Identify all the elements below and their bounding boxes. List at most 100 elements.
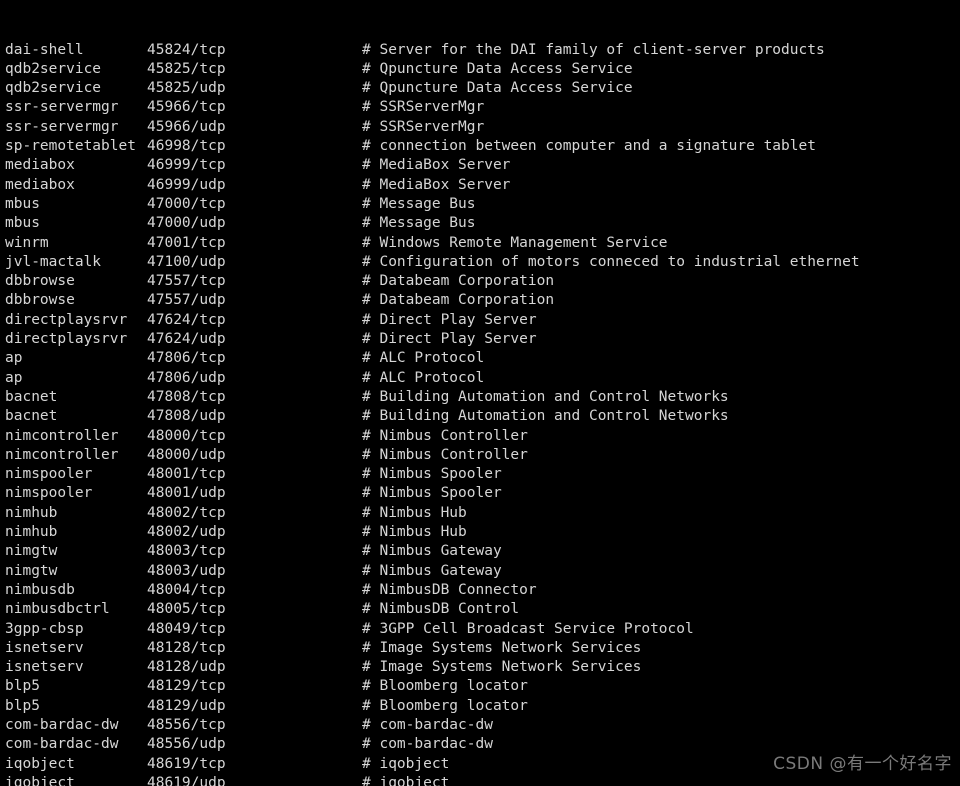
service-row: ssr-servermgr 45966/tcp # SSRServerMgr [0,98,960,117]
service-port: 45966/tcp [147,99,226,116]
service-name: nimcontroller [5,427,119,444]
service-row: sp-remotetablet 46998/tcp # connection bet… [0,137,960,156]
service-comment: # Databeam Corporation [362,292,555,309]
service-comment: # Qpuncture Data Access Service [362,80,633,97]
service-comment: # Nimbus Hub [362,504,467,521]
service-port: 48003/udp [147,562,226,579]
service-name: isnetserv [5,659,84,676]
service-row: directplaysrvr 47624/tcp # Direct Play Ser… [0,311,960,330]
service-port: 48129/tcp [147,678,226,695]
terminal-window[interactable]: dai-shell 45824/tcp # Server for the DAI f… [0,0,960,786]
service-row: nimhub 48002/tcp # Nimbus Hub [0,504,960,523]
service-comment: # Message Bus [362,215,476,232]
service-comment: # Qpuncture Data Access Service [362,60,633,77]
service-port: 48619/udp [147,774,226,786]
service-port: 47806/tcp [147,350,226,367]
service-comment: # Image Systems Network Services [362,639,642,656]
service-port: 48556/udp [147,736,226,753]
service-comment: # NimbusDB Connector [362,581,537,598]
service-name: mbus [5,215,40,232]
service-port: 48001/tcp [147,466,226,483]
service-comment: # Configuration of motors conneced to in… [362,253,860,270]
service-name: nimhub [5,524,58,541]
service-name: ap [5,369,23,386]
service-name: ssr-servermgr [5,99,119,116]
service-port: 48005/tcp [147,601,226,618]
service-port: 48004/tcp [147,581,226,598]
service-port: 46998/tcp [147,138,226,155]
service-comment: # Direct Play Server [362,331,537,348]
service-row: mbus 47000/tcp # Message Bus [0,195,960,214]
service-name: nimbusdbctrl [5,601,110,618]
service-port: 47806/udp [147,369,226,386]
service-port: 45825/udp [147,80,226,97]
service-comment: # ALC Protocol [362,369,485,386]
service-row: nimspooler 48001/tcp # Nimbus Spooler [0,465,960,484]
service-row: directplaysrvr 47624/udp # Direct Play Ser… [0,330,960,349]
service-name: ssr-servermgr [5,118,119,135]
service-row: nimhub 48002/udp # Nimbus Hub [0,523,960,542]
service-name: nimgtw [5,562,58,579]
service-comment: # Nimbus Gateway [362,562,502,579]
service-row: mbus 47000/udp # Message Bus [0,214,960,233]
service-name: dbbrowse [5,292,75,309]
service-row: isnetserv 48128/tcp # Image Systems Networ… [0,639,960,658]
service-row: nimspooler 48001/udp # Nimbus Spooler [0,484,960,503]
service-row: ap 47806/tcp # ALC Protocol [0,349,960,368]
service-comment: # Message Bus [362,195,476,212]
service-comment: # Nimbus Gateway [362,543,502,560]
service-name: blp5 [5,678,40,695]
service-port: 46999/udp [147,176,226,193]
service-port: 47557/tcp [147,273,226,290]
service-comment: # Nimbus Spooler [362,466,502,483]
service-name: mediabox [5,157,75,174]
service-comment: # Image Systems Network Services [362,659,642,676]
service-name: nimspooler [5,466,93,483]
service-comment: # MediaBox Server [362,176,511,193]
service-name: blp5 [5,697,40,714]
service-row: winrm 47001/tcp # Windows Remote Managemen… [0,234,960,253]
service-port: 47624/tcp [147,311,226,328]
service-name: 3gpp-cbsp [5,620,84,637]
service-row: nimbusdbctrl 48005/tcp # NimbusDB Control [0,600,960,619]
service-name: jvl-mactalk [5,253,102,270]
service-row: dbbrowse 47557/udp # Databeam Corporation [0,291,960,310]
service-comment: # Databeam Corporation [362,273,555,290]
service-comment: # SSRServerMgr [362,99,485,116]
service-name: bacnet [5,408,58,425]
service-port: 48049/tcp [147,620,226,637]
service-row: bacnet 47808/udp # Building Automation and… [0,407,960,426]
service-port: 47624/udp [147,331,226,348]
service-comment: # Bloomberg locator [362,697,528,714]
terminal-output: dai-shell 45824/tcp # Server for the DAI f… [0,41,960,786]
service-name: mediabox [5,176,75,193]
service-port: 48129/udp [147,697,226,714]
service-comment: # com-bardac-dw [362,736,493,753]
service-row: bacnet 47808/tcp # Building Automation and… [0,388,960,407]
service-row: iqobject 48619/udp # iqobject [0,774,960,786]
service-name: bacnet [5,388,58,405]
service-port: 48556/tcp [147,716,226,733]
service-port: 48619/tcp [147,755,226,772]
service-row: com-bardac-dw 48556/tcp # com-bardac-dw [0,716,960,735]
service-port: 46999/tcp [147,157,226,174]
service-name: ap [5,350,23,367]
service-row: blp5 48129/udp # Bloomberg locator [0,697,960,716]
service-name: com-bardac-dw [5,716,119,733]
service-comment: # iqobject [362,774,450,786]
service-row: nimbusdb 48004/tcp # NimbusDB Connector [0,581,960,600]
service-comment: # Windows Remote Management Service [362,234,668,251]
service-comment: # Nimbus Controller [362,446,528,463]
service-port: 45824/tcp [147,41,226,58]
service-port: 47001/tcp [147,234,226,251]
service-comment: # Building Automation and Control Networ… [362,388,729,405]
service-name: iqobject [5,755,75,772]
service-name: dbbrowse [5,273,75,290]
service-port: 48128/udp [147,659,226,676]
service-row: nimcontroller 48000/tcp # Nimbus Controlle… [0,427,960,446]
service-row: dbbrowse 47557/tcp # Databeam Corporation [0,272,960,291]
service-port: 48000/udp [147,446,226,463]
service-row: jvl-mactalk 47100/udp # Configuration of m… [0,253,960,272]
service-row: isnetserv 48128/udp # Image Systems Networ… [0,658,960,677]
service-name: com-bardac-dw [5,736,119,753]
